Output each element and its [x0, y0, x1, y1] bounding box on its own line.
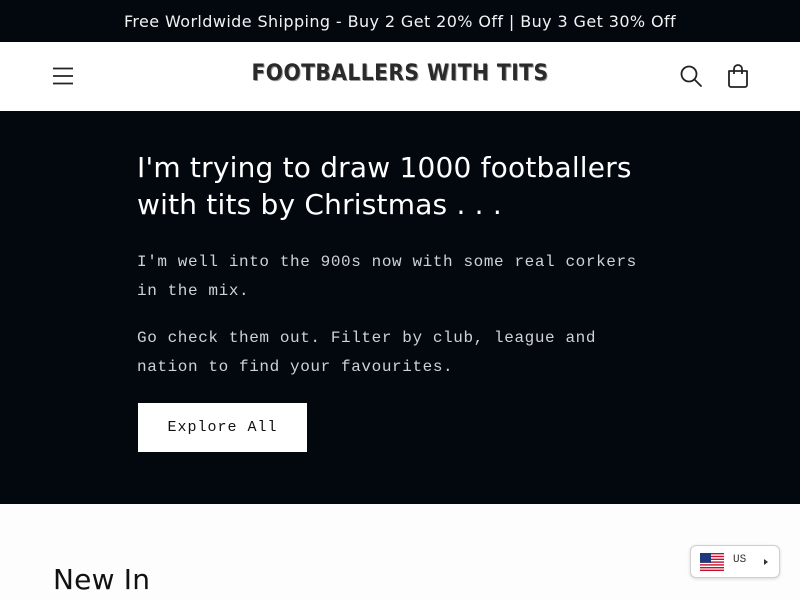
hero-title: I'm trying to draw 1000 footballers with…	[137, 151, 632, 221]
site-logo[interactable]: FOOTBALLERS WITH TITS	[32, 61, 768, 86]
hero-banner: I'm trying to draw 1000 footballers with…	[0, 111, 800, 504]
announcement-text: Free Worldwide Shipping - Buy 2 Get 20% …	[123, 11, 677, 31]
explore-all-button[interactable]: Explore All	[138, 403, 307, 452]
site-header: FOOTBALLERS WITH TITS	[0, 42, 800, 111]
us-flag-icon	[700, 553, 724, 571]
search-button[interactable]	[678, 63, 704, 89]
hero-paragraph-2: Go check them out. Filter by club, leagu…	[137, 329, 597, 376]
chevron-right-icon	[764, 559, 768, 565]
country-code: US	[733, 554, 747, 566]
cart-button[interactable]	[724, 62, 752, 90]
shopping-bag-icon	[728, 64, 748, 88]
country-selector[interactable]: US	[690, 545, 780, 578]
announcement-bar: Free Worldwide Shipping - Buy 2 Get 20% …	[0, 0, 800, 42]
hero-paragraph-1: I'm well into the 900s now with some rea…	[137, 253, 637, 300]
new-in-heading: New In	[53, 563, 151, 596]
search-icon	[680, 65, 702, 87]
